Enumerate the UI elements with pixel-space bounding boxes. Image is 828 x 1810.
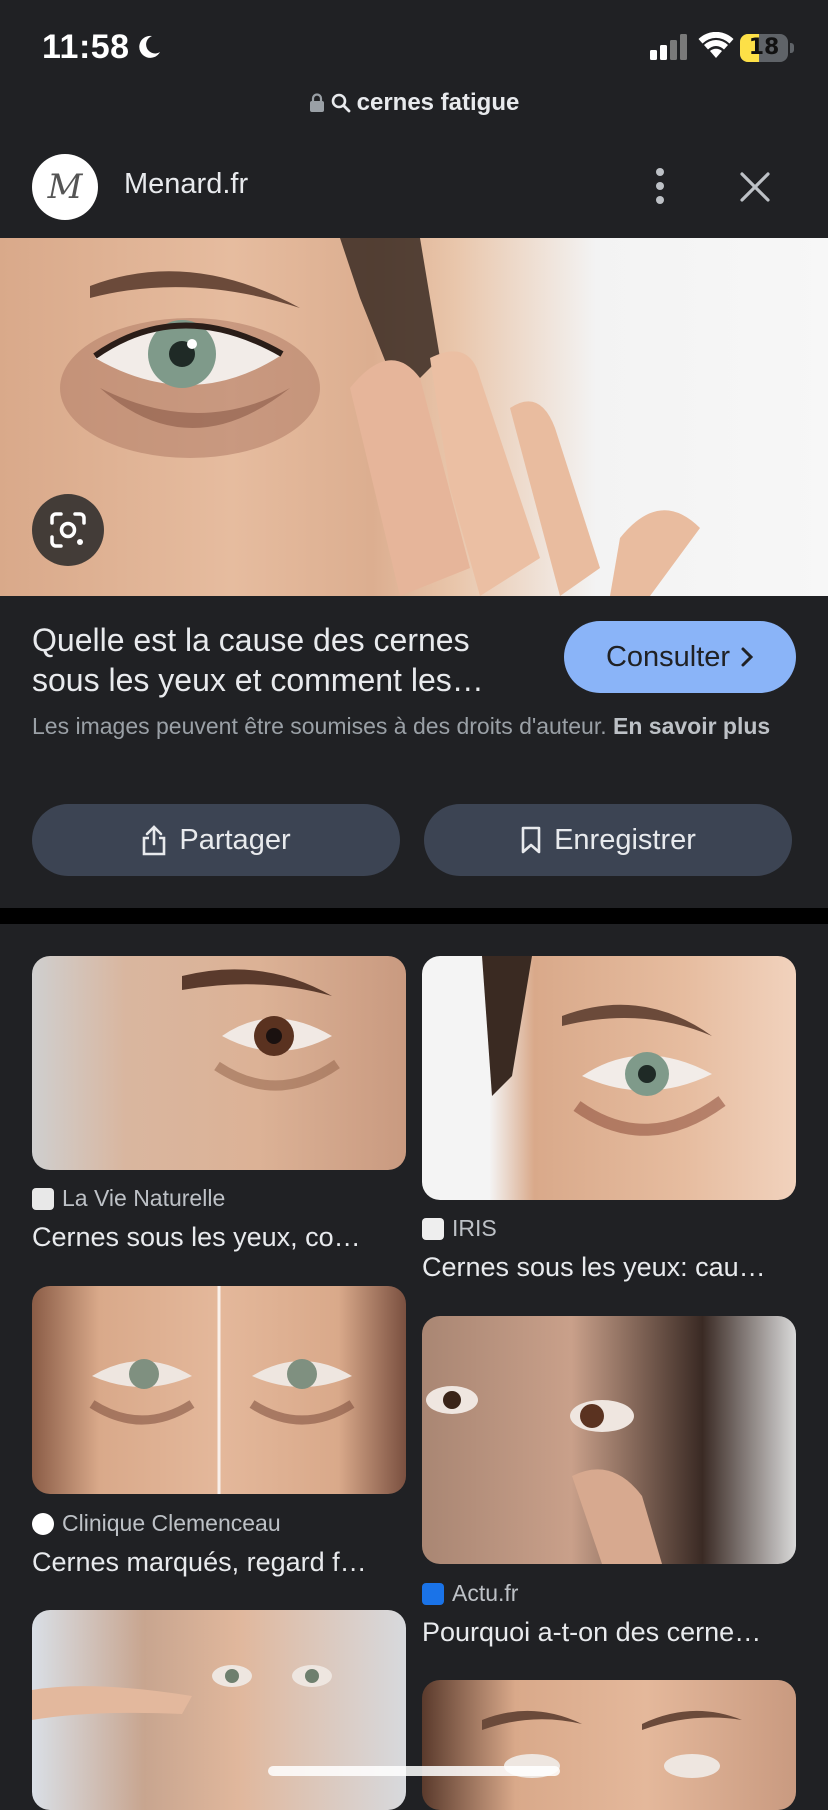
learn-more-link[interactable]: En savoir plus bbox=[613, 713, 770, 739]
result-source[interactable]: IRIS bbox=[422, 1215, 497, 1242]
moon-icon bbox=[139, 35, 160, 58]
home-indicator[interactable] bbox=[268, 1766, 560, 1776]
url-bar[interactable]: cernes fatigue bbox=[0, 86, 828, 120]
battery-percent: 18 bbox=[748, 35, 780, 60]
grid-image-art bbox=[32, 1665, 332, 1720]
source-favicon bbox=[422, 1582, 444, 1605]
wifi-icon bbox=[698, 32, 734, 58]
cellular-signal-icon bbox=[650, 34, 687, 60]
source-favicon bbox=[32, 1187, 54, 1210]
search-icon bbox=[331, 93, 351, 113]
result-caption[interactable]: Cernes sous les yeux: cau… bbox=[422, 1252, 794, 1283]
share-button[interactable]: Partager bbox=[32, 804, 400, 876]
grid-image[interactable] bbox=[32, 956, 406, 1170]
source-name: Clinique Clemenceau bbox=[62, 1510, 281, 1536]
chevron-right-icon bbox=[741, 647, 754, 667]
grid-image-art bbox=[482, 1710, 742, 1778]
site-favicon: M bbox=[32, 154, 98, 220]
grid-image-art bbox=[426, 1386, 662, 1564]
bookmark-icon bbox=[521, 826, 541, 854]
consult-button[interactable]: Consulter bbox=[564, 621, 796, 693]
result-title-line1: Quelle est la cause des cernes bbox=[32, 622, 470, 658]
site-name[interactable]: Menard.fr bbox=[124, 168, 248, 201]
grid-image[interactable] bbox=[32, 1286, 406, 1494]
battery-indicator: 18 bbox=[740, 34, 796, 62]
grid-image[interactable] bbox=[422, 1680, 796, 1810]
grid-image[interactable] bbox=[32, 1610, 406, 1810]
copyright-notice: Les images peuvent être soumises à des d… bbox=[32, 710, 772, 742]
source-name: La Vie Naturelle bbox=[62, 1185, 226, 1211]
hero-image-art bbox=[60, 238, 700, 596]
result-title-line2: sous les yeux et comment les… bbox=[32, 662, 484, 698]
search-query: cernes fatigue bbox=[356, 89, 520, 116]
result-source[interactable]: La Vie Naturelle bbox=[32, 1185, 225, 1212]
section-divider bbox=[0, 908, 828, 924]
source-favicon bbox=[422, 1217, 444, 1240]
result-source[interactable]: Clinique Clemenceau bbox=[32, 1510, 281, 1537]
grid-image-art bbox=[89, 1286, 355, 1494]
grid-image[interactable] bbox=[422, 956, 796, 1200]
result-title[interactable]: Quelle est la cause des cernes sous les … bbox=[32, 620, 532, 700]
site-favicon-letter: M bbox=[47, 167, 83, 207]
source-favicon bbox=[32, 1512, 54, 1535]
lens-search-button[interactable] bbox=[32, 494, 104, 566]
grid-image[interactable] bbox=[422, 1316, 796, 1564]
lens-icon bbox=[50, 512, 86, 548]
hero-image[interactable] bbox=[0, 238, 828, 596]
status-time: 11:58 bbox=[42, 28, 130, 66]
more-options-icon[interactable] bbox=[648, 166, 672, 206]
result-caption[interactable]: Pourquoi a-t-on des cerne… bbox=[422, 1617, 794, 1648]
save-button[interactable]: Enregistrer bbox=[424, 804, 792, 876]
source-name: IRIS bbox=[452, 1215, 497, 1241]
save-label: Enregistrer bbox=[554, 823, 696, 856]
copyright-text: Les images peuvent être soumises à des d… bbox=[32, 713, 607, 739]
grid-image-art bbox=[182, 969, 340, 1091]
lock-icon bbox=[309, 93, 324, 112]
share-label: Partager bbox=[179, 823, 291, 856]
consult-label: Consulter bbox=[605, 640, 731, 673]
close-icon[interactable] bbox=[738, 170, 772, 204]
result-caption[interactable]: Cernes marqués, regard f… bbox=[32, 1547, 404, 1578]
result-source[interactable]: Actu.fr bbox=[422, 1580, 518, 1607]
source-name: Actu.fr bbox=[452, 1580, 519, 1606]
grid-image-art bbox=[482, 956, 726, 1136]
share-icon bbox=[143, 825, 166, 856]
result-caption[interactable]: Cernes sous les yeux, co… bbox=[32, 1222, 404, 1253]
